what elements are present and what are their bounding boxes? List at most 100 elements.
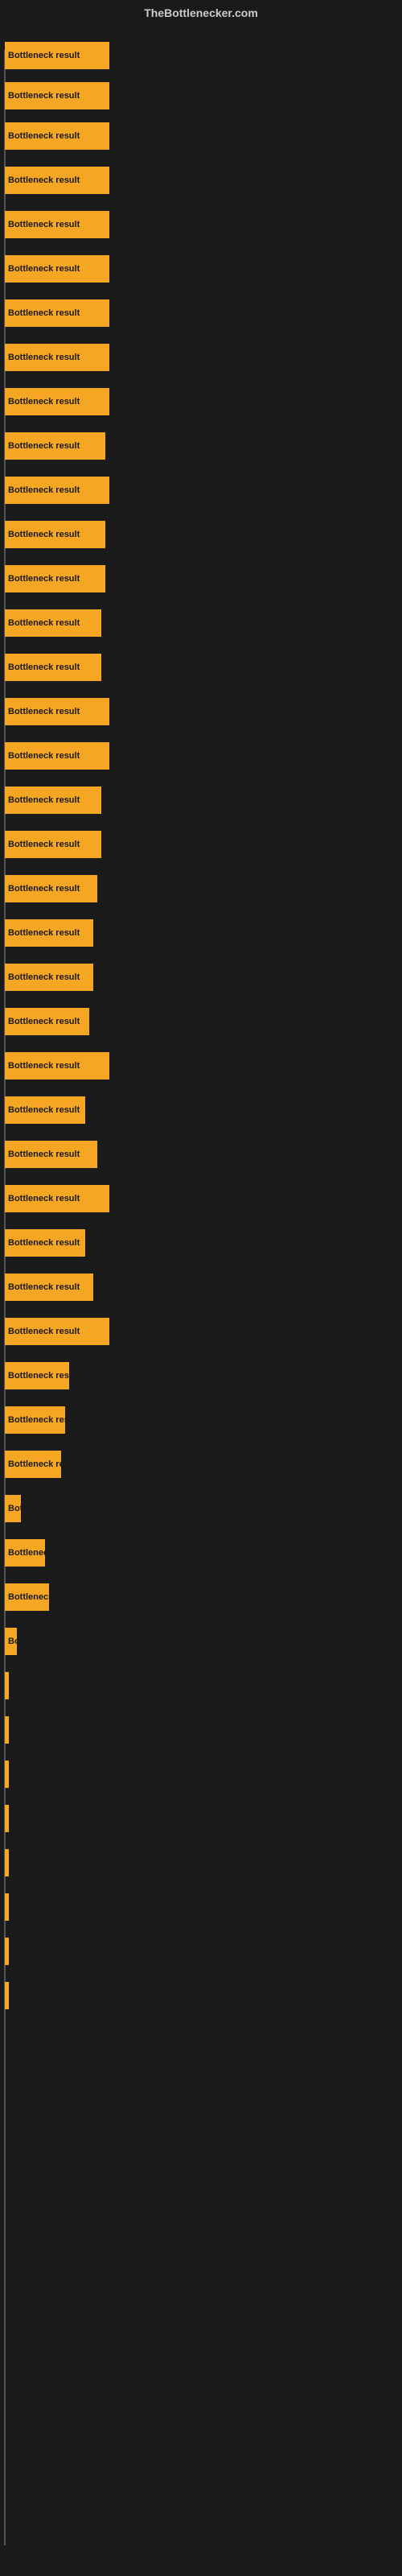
bar-label: Bottleneck result (8, 1327, 80, 1336)
bar-row: Bottleneck result (5, 521, 105, 548)
bar-label: Bottleneck result (8, 441, 80, 451)
bar-row: Bottleneck result (5, 1539, 45, 1567)
bottleneck-bar[interactable]: Bottleneck result (5, 1495, 21, 1522)
bar-row: Bottleneck result (5, 1229, 85, 1257)
bottleneck-bar[interactable]: Bottleneck result (5, 42, 109, 69)
bar-row: Bottleneck result (5, 1583, 49, 1611)
bar-label: Bottleneck result (8, 91, 80, 101)
bottleneck-bar[interactable] (5, 1805, 9, 1832)
bottleneck-bar[interactable]: Bottleneck result (5, 565, 105, 592)
bar-row (5, 1849, 9, 1876)
bottleneck-bar[interactable]: Bottleneck result (5, 1362, 69, 1389)
bottleneck-bar[interactable] (5, 1982, 9, 2009)
bar-label: Bottleneck result (8, 308, 80, 318)
bottleneck-bar[interactable]: Bottleneck result (5, 609, 101, 637)
bottleneck-bar[interactable]: Bottleneck result (5, 432, 105, 460)
bar-label: Bottleneck result (8, 220, 80, 229)
bar-row: Bottleneck result (5, 1008, 89, 1035)
bar-row: Bottleneck result (5, 42, 109, 69)
bar-row: Bottleneck result (5, 1495, 21, 1522)
bottleneck-bar[interactable] (5, 1716, 9, 1744)
bottleneck-bar[interactable]: Bottleneck result (5, 299, 109, 327)
bottleneck-bar[interactable]: Bottleneck result (5, 167, 109, 194)
bottleneck-bar[interactable]: Bottleneck result (5, 742, 109, 770)
bar-label: Bottleneck result (8, 707, 80, 716)
bottleneck-bar[interactable]: Bottleneck result (5, 964, 93, 991)
bar-row: Bottleneck result (5, 1141, 97, 1168)
bar-row: Bottleneck result (5, 964, 93, 991)
bottleneck-bar[interactable] (5, 1672, 9, 1699)
bottleneck-bar[interactable] (5, 1893, 9, 1921)
bottleneck-bar[interactable]: Bottleneck result (5, 1318, 109, 1345)
bottleneck-bar[interactable]: Bottleneck result (5, 919, 93, 947)
bar-row: Bottleneck result (5, 1318, 109, 1345)
bar-row: Bottleneck result (5, 1406, 65, 1434)
bar-row: Bottleneck result (5, 1451, 61, 1478)
bar-label: Bottleneck result (8, 1238, 80, 1248)
bottleneck-bar[interactable]: Bottleneck result (5, 831, 101, 858)
bar-label: Bottleneck result (8, 1592, 49, 1602)
bar-row: Bottleneck result (5, 122, 109, 150)
bar-row: Bottleneck result (5, 1628, 17, 1655)
bar-label: Bottleneck result (8, 264, 80, 274)
bar-row (5, 1893, 9, 1921)
bar-label: Bottleneck result (8, 1150, 80, 1159)
bottleneck-bar[interactable]: Bottleneck result (5, 1141, 97, 1168)
bar-row (5, 1982, 9, 2009)
bar-row: Bottleneck result (5, 167, 109, 194)
bottleneck-bar[interactable]: Bottleneck result (5, 786, 101, 814)
bottleneck-bar[interactable]: Bottleneck result (5, 1052, 109, 1080)
bar-label: Bottleneck result (8, 1061, 80, 1071)
bottleneck-bar[interactable]: Bottleneck result (5, 122, 109, 150)
bar-row: Bottleneck result (5, 211, 109, 238)
bottleneck-bar[interactable]: Bottleneck result (5, 875, 97, 902)
bar-label: Bottleneck result (8, 795, 80, 805)
bottleneck-bar[interactable]: Bottleneck result (5, 1628, 17, 1655)
bar-row (5, 1761, 9, 1788)
bottleneck-bar[interactable]: Bottleneck result (5, 1583, 49, 1611)
bar-row: Bottleneck result (5, 565, 105, 592)
bottleneck-bar[interactable] (5, 1938, 9, 1965)
bottleneck-bar[interactable]: Bottleneck result (5, 344, 109, 371)
bar-label: Bottleneck result (8, 1548, 45, 1558)
bar-row: Bottleneck result (5, 609, 101, 637)
bottleneck-bar[interactable]: Bottleneck result (5, 255, 109, 283)
bar-label: Bottleneck result (8, 51, 80, 60)
bottleneck-bar[interactable]: Bottleneck result (5, 1229, 85, 1257)
header: TheBottlenecker.com (0, 0, 402, 26)
bar-label: Bottleneck result (8, 530, 80, 539)
bottleneck-bar[interactable]: Bottleneck result (5, 654, 101, 681)
bar-row: Bottleneck result (5, 1096, 85, 1124)
bar-row: Bottleneck result (5, 1274, 93, 1301)
bottleneck-bar[interactable]: Bottleneck result (5, 1274, 93, 1301)
bar-row: Bottleneck result (5, 1052, 109, 1080)
bar-row: Bottleneck result (5, 477, 109, 504)
bar-label: Bottleneck result (8, 574, 80, 584)
bar-row (5, 1716, 9, 1744)
bar-label: Bottleneck result (8, 618, 80, 628)
bottleneck-bar[interactable]: Bottleneck result (5, 1096, 85, 1124)
bottleneck-bar[interactable] (5, 1761, 9, 1788)
bottleneck-bar[interactable]: Bottleneck result (5, 1539, 45, 1567)
bottleneck-bar[interactable]: Bottleneck result (5, 1008, 89, 1035)
bottleneck-bar[interactable]: Bottleneck result (5, 1185, 109, 1212)
bottleneck-bar[interactable] (5, 1849, 9, 1876)
bottleneck-bar[interactable]: Bottleneck result (5, 82, 109, 109)
bar-row: Bottleneck result (5, 831, 101, 858)
bottleneck-bar[interactable]: Bottleneck result (5, 477, 109, 504)
bottleneck-bar[interactable]: Bottleneck result (5, 388, 109, 415)
bottleneck-bar[interactable]: Bottleneck result (5, 211, 109, 238)
bar-row: Bottleneck result (5, 742, 109, 770)
bar-row: Bottleneck result (5, 388, 109, 415)
bar-row: Bottleneck result (5, 255, 109, 283)
bar-label: Bottleneck result (8, 1504, 21, 1513)
bottleneck-bar[interactable]: Bottleneck result (5, 1406, 65, 1434)
bar-label: Bottleneck result (8, 751, 80, 761)
bottleneck-bar[interactable]: Bottleneck result (5, 521, 105, 548)
bottleneck-bar[interactable]: Bottleneck result (5, 698, 109, 725)
site-title: TheBottlenecker.com (0, 0, 402, 26)
bar-label: Bottleneck result (8, 1371, 69, 1381)
bar-label: Bottleneck result (8, 353, 80, 362)
bar-row: Bottleneck result (5, 698, 109, 725)
bottleneck-bar[interactable]: Bottleneck result (5, 1451, 61, 1478)
